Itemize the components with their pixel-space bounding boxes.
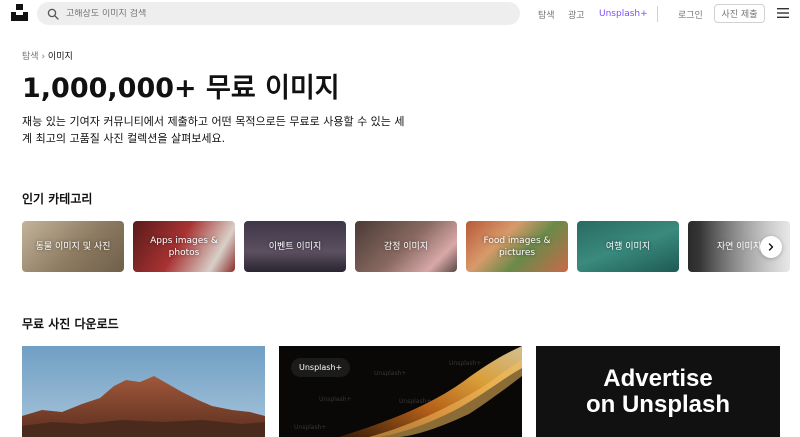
carousel-next-button[interactable] <box>760 236 782 258</box>
category-label: 감정 이미지 <box>383 241 429 252</box>
category-carousel: 동물 이미지 및 사진 Apps images & photos 이벤트 이미지… <box>22 221 800 272</box>
chevron-right-icon <box>768 243 774 251</box>
category-card-travel[interactable]: 여행 이미지 <box>577 221 679 272</box>
login-link[interactable]: 로그인 <box>678 8 703 21</box>
advertise-card[interactable]: Advertise on Unsplash <box>536 346 780 437</box>
photo-watermark: Unsplash+ <box>294 424 327 431</box>
advertise-line-1: Advertise <box>603 364 713 392</box>
category-label: 여행 이미지 <box>605 241 651 252</box>
submit-photo-button[interactable]: 사진 제출 <box>714 4 765 23</box>
breadcrumb-separator: › <box>41 52 46 62</box>
breadcrumb: 탐색 › 이미지 <box>22 49 73 62</box>
category-label: Food images & pictures <box>483 235 551 258</box>
category-label: 동물 이미지 및 사진 <box>35 241 111 252</box>
search-input[interactable] <box>66 8 466 19</box>
nav-divider <box>657 6 658 22</box>
page-subtitle: 재능 있는 기여자 커뮤니티에서 제출하고 어떤 목적으로든 무료로 사용할 수… <box>22 115 405 145</box>
unsplash-logo-icon[interactable] <box>11 4 28 21</box>
photo-watermark: Unsplash+ <box>319 396 352 403</box>
search-bar[interactable] <box>37 2 520 25</box>
category-label: Apps images & photos <box>150 235 218 258</box>
free-photos-heading: 무료 사진 다운로드 <box>22 317 119 331</box>
category-card-apps[interactable]: Apps images & photos <box>133 221 235 272</box>
category-card-food[interactable]: Food images & pictures <box>466 221 568 272</box>
top-nav: 탐색 광고 Unsplash+ 로그인 사진 제출 <box>0 0 800 28</box>
category-card-events[interactable]: 이벤트 이미지 <box>244 221 346 272</box>
page-title: 1,000,000+ 무료 이미지 <box>22 73 340 104</box>
advertise-line-2: on Unsplash <box>585 390 730 418</box>
nav-ads-link[interactable]: 광고 <box>568 8 585 21</box>
nav-explore-link[interactable]: 탐색 <box>538 8 555 21</box>
breadcrumb-current: 이미지 <box>47 52 73 62</box>
hamburger-menu-icon[interactable] <box>777 8 789 18</box>
photo-watermark: Unsplash+ <box>374 370 407 377</box>
category-card-emotions[interactable]: 감정 이미지 <box>355 221 457 272</box>
unsplash-plus-badge: Unsplash+ <box>291 358 351 377</box>
photo-card-plus[interactable]: Unsplash+ Unsplash+ Unsplash+ Unsplash+ … <box>279 346 522 437</box>
photo-watermark: Unsplash+ <box>399 398 432 405</box>
category-card-animals[interactable]: 동물 이미지 및 사진 <box>22 221 124 272</box>
photo-watermark: Unsplash+ <box>449 360 482 367</box>
category-label: 이벤트 이미지 <box>268 241 322 252</box>
search-icon[interactable] <box>47 8 59 20</box>
nav-unsplash-plus-link[interactable]: Unsplash+ <box>599 9 648 19</box>
advertise-text: Advertise on Unsplash <box>585 364 730 418</box>
mountain-photo <box>22 346 265 437</box>
category-label: 자연 이미지 <box>716 241 762 252</box>
photo-card-mountain[interactable] <box>22 346 265 437</box>
breadcrumb-explore-link[interactable]: 탐색 <box>22 52 39 62</box>
popular-categories-heading: 인기 카테고리 <box>22 192 93 206</box>
